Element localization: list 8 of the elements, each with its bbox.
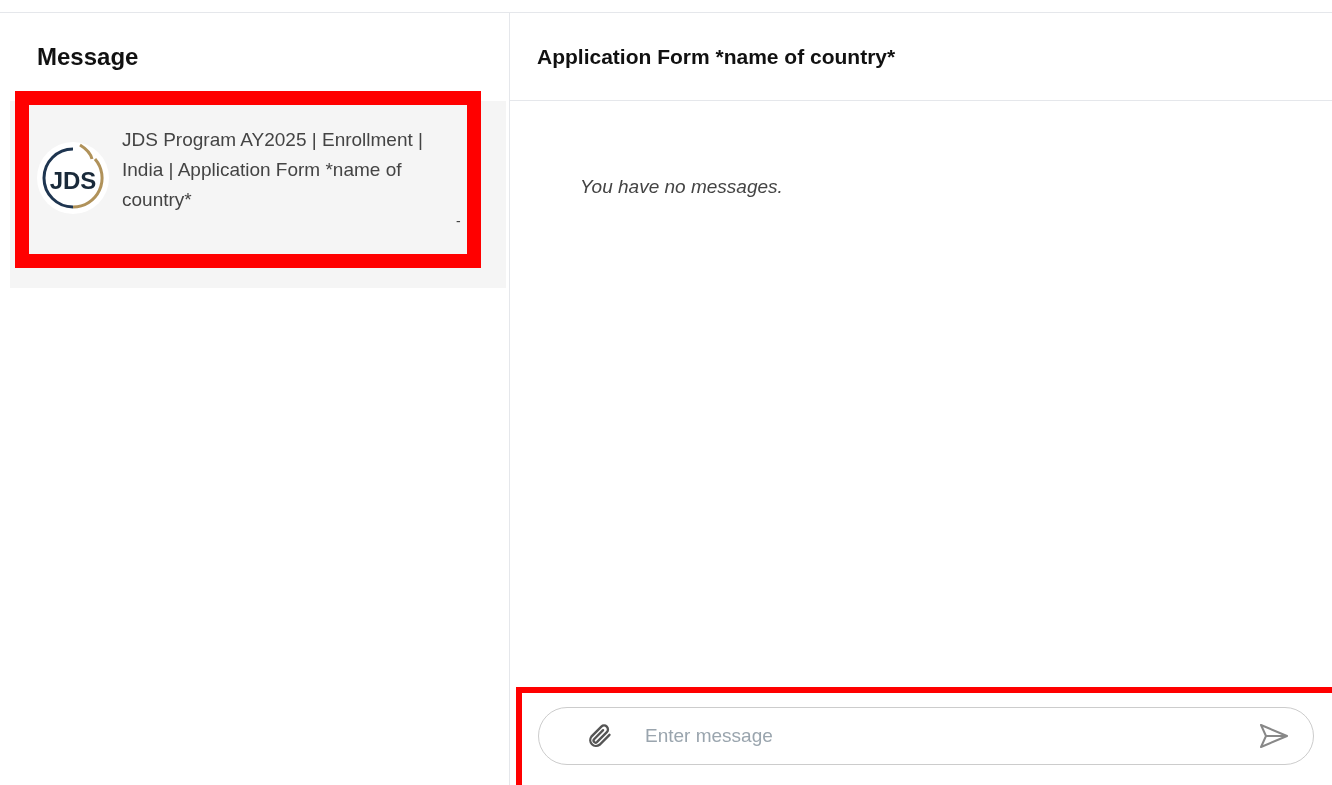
empty-message: You have no messages. (580, 176, 783, 197)
conversation-time: - (456, 212, 461, 231)
message-input[interactable]: Enter message (645, 721, 1259, 751)
logo-icon: JDS (36, 141, 110, 215)
panel-title: Message (37, 42, 139, 72)
chat-title: Application Form *name of country* (537, 43, 896, 70)
conversation-title: JDS Program AY2025 | Enrollment | India | Application Form *name of country* (122, 128, 424, 212)
send-icon[interactable] (1259, 722, 1289, 750)
